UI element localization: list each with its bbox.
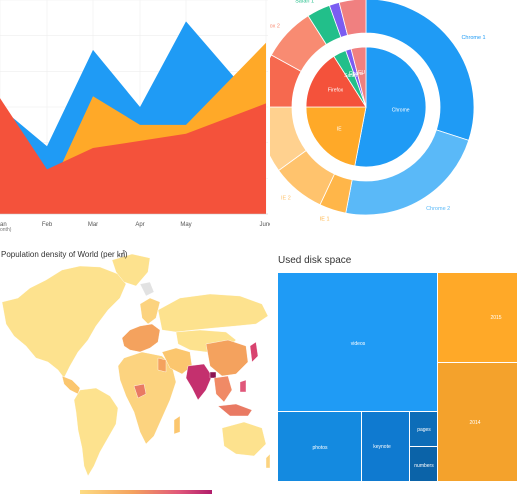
region-no-data bbox=[139, 281, 155, 297]
treemap-title: Used disk space bbox=[278, 255, 352, 266]
area-x-tick-label: Apr bbox=[135, 222, 144, 228]
area-series-group bbox=[0, 21, 266, 215]
slice-label: Firefox bbox=[328, 88, 344, 94]
treemap-node-label: photos bbox=[312, 445, 328, 451]
treemap-node-photos: photos bbox=[278, 412, 361, 481]
region-india bbox=[185, 363, 213, 401]
treemap-node-2015: 2015 bbox=[438, 273, 517, 362]
region-africa bbox=[117, 351, 177, 445]
region-scandinavia bbox=[139, 297, 161, 325]
density-color-scale bbox=[80, 490, 212, 494]
region-south-america bbox=[73, 387, 119, 477]
slice-label: EU bbox=[358, 70, 365, 76]
region-north-america bbox=[1, 265, 127, 379]
region-philippines bbox=[239, 379, 247, 393]
area-x-tick-label: June bbox=[259, 222, 270, 228]
slice-label: IE bbox=[337, 127, 342, 133]
population-density-map: Population density of World (per ㎢) bbox=[0, 240, 270, 501]
slice-label: Chrome bbox=[392, 108, 410, 114]
treemap-node-label: 2015 bbox=[490, 315, 502, 321]
area-x-tick-label: Mar bbox=[88, 222, 98, 228]
treemap-node-label: 2014 bbox=[469, 420, 481, 426]
region-nile bbox=[157, 357, 167, 373]
region-bangladesh bbox=[209, 371, 217, 379]
region-madagascar bbox=[173, 415, 181, 435]
slice-label: Firefox 2 bbox=[270, 24, 280, 30]
region-australia bbox=[221, 421, 267, 457]
slice-label: IE 2 bbox=[281, 195, 291, 201]
region-japan bbox=[249, 341, 259, 363]
area-x-tick-label: May bbox=[180, 222, 191, 228]
treemap-node-pages: pages bbox=[410, 412, 437, 446]
treemap-node-label: videos bbox=[350, 341, 366, 347]
browser-donut-chart: Chrome 1Chrome 2IE 1IE 2IE 3Firefox 1Fir… bbox=[270, 0, 518, 240]
area-chart-svg: anFebMarAprMayJune onth) bbox=[0, 0, 270, 233]
treemap-node-label: pages bbox=[417, 427, 431, 433]
region-central-america bbox=[61, 375, 81, 395]
region-indonesia bbox=[217, 403, 253, 417]
disk-space-treemap: Used disk space videos photos keynote pages… bbox=[270, 240, 518, 501]
map-title: Population density of World (per ㎢) bbox=[1, 250, 128, 259]
area-x-tick-label: Feb bbox=[42, 222, 53, 228]
region-russia bbox=[157, 293, 269, 333]
y-unit-fragment: onth) bbox=[0, 227, 12, 233]
treemap-node-2014: 2014 bbox=[438, 363, 517, 481]
area-chart: anFebMarAprMayJune onth) bbox=[0, 0, 270, 240]
region-southeast-asia bbox=[213, 375, 233, 403]
treemap-node-numbers: numbers bbox=[410, 447, 437, 481]
donut-svg: Chrome 1Chrome 2IE 1IE 2IE 3Firefox 1Fir… bbox=[270, 0, 486, 223]
slice-label: IE 1 bbox=[320, 217, 330, 223]
treemap-node-videos: videos bbox=[278, 273, 437, 411]
region-china bbox=[205, 339, 249, 377]
slice-label: Safari 1 bbox=[295, 0, 314, 4]
slice-label: Chrome 1 bbox=[461, 35, 485, 41]
treemap-node-keynote: keynote bbox=[362, 412, 409, 481]
world-map-svg bbox=[1, 253, 270, 494]
treemap-node-label: keynote bbox=[373, 444, 391, 450]
treemap-node-label: numbers bbox=[414, 463, 434, 469]
slice-label: Chrome 2 bbox=[426, 206, 450, 212]
region-europe bbox=[121, 323, 161, 353]
area-x-axis: anFebMarAprMayJune bbox=[0, 213, 270, 228]
